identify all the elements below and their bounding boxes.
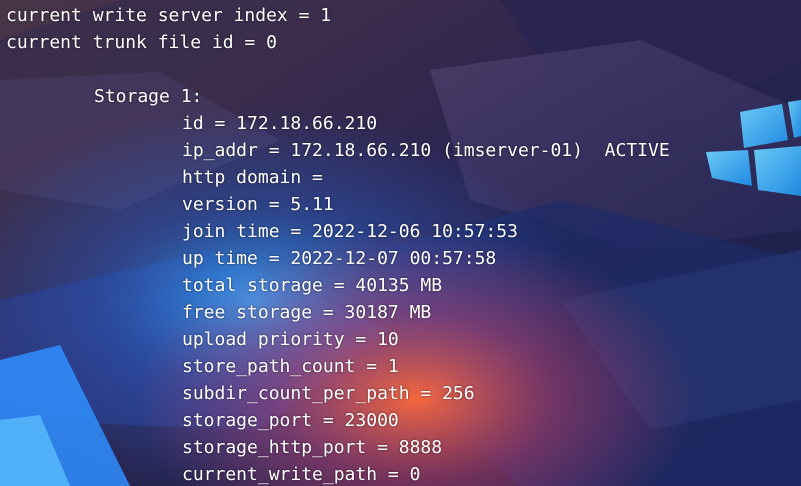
storage-section-title: Storage 1: bbox=[94, 86, 203, 107]
storage-field-version: version = 5.11 bbox=[182, 194, 334, 215]
storage-field-http-domain: http domain = bbox=[182, 167, 323, 188]
storage-field-free-storage: free storage = 30187 MB bbox=[182, 302, 432, 323]
terminal-line-trunk-file-id: current trunk file id = 0 bbox=[6, 32, 277, 53]
terminal-output: current write server index = 1 current t… bbox=[0, 0, 801, 486]
storage-field-ip-addr: ip_addr = 172.18.66.210 (imserver-01) AC… bbox=[182, 140, 670, 161]
storage-field-storage-http-port: storage_http_port = 8888 bbox=[182, 437, 443, 458]
storage-field-total-storage: total storage = 40135 MB bbox=[182, 275, 443, 296]
terminal-line-write-server-index: current write server index = 1 bbox=[6, 5, 332, 26]
storage-field-up-time: up time = 2022-12-07 00:57:58 bbox=[182, 248, 497, 269]
storage-field-subdir-count: subdir_count_per_path = 256 bbox=[182, 383, 475, 404]
storage-field-upload-priority: upload priority = 10 bbox=[182, 329, 399, 350]
storage-field-store-path-count: store_path_count = 1 bbox=[182, 356, 399, 377]
storage-field-current-write-path: current_write_path = 0 bbox=[182, 464, 421, 485]
storage-field-storage-port: storage_port = 23000 bbox=[182, 410, 399, 431]
storage-field-id: id = 172.18.66.210 bbox=[182, 113, 378, 134]
storage-field-join-time: join time = 2022-12-06 10:57:53 bbox=[182, 221, 518, 242]
